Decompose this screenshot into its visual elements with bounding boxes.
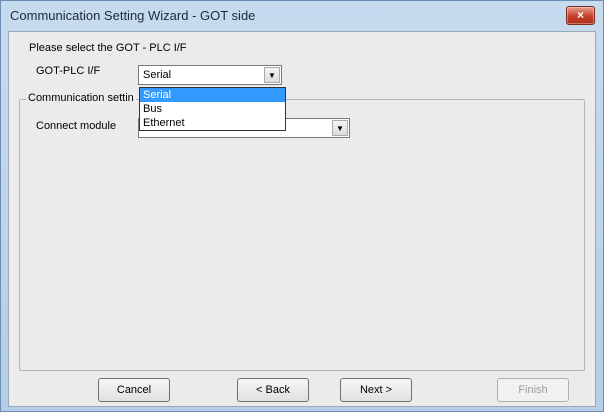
chevron-down-icon[interactable]: ▼ [264, 67, 280, 83]
wizard-window: Communication Setting Wizard - GOT side … [0, 0, 604, 412]
connect-module-label: Connect module [36, 120, 117, 132]
communication-settings-group: Communication settin Connect module ▼ [19, 92, 585, 371]
dropdown-option-ethernet[interactable]: Ethernet [140, 116, 285, 130]
title-bar[interactable]: Communication Setting Wizard - GOT side … [1, 1, 603, 31]
got-plc-if-select[interactable]: Serial ▼ [138, 65, 282, 85]
got-plc-if-value: Serial [143, 69, 172, 81]
got-plc-if-label: GOT-PLC I/F [36, 65, 101, 77]
chevron-down-icon[interactable]: ▼ [332, 120, 348, 136]
cancel-button[interactable]: Cancel [98, 378, 170, 402]
window-title: Communication Setting Wizard - GOT side [10, 8, 256, 23]
dropdown-option-bus[interactable]: Bus [140, 102, 285, 116]
close-icon: × [576, 8, 584, 22]
wizard-content: Please select the GOT - PLC I/F GOT-PLC … [8, 31, 596, 407]
dropdown-option-serial[interactable]: Serial [140, 88, 285, 102]
back-button[interactable]: < Back [237, 378, 309, 402]
group-label: Communication settin [26, 92, 136, 104]
got-plc-if-dropdown-list: Serial Bus Ethernet [139, 87, 286, 131]
close-button[interactable]: × [566, 6, 595, 25]
next-button[interactable]: Next > [340, 378, 412, 402]
finish-button[interactable]: Finish [497, 378, 569, 402]
select-prompt: Please select the GOT - PLC I/F [29, 42, 187, 54]
